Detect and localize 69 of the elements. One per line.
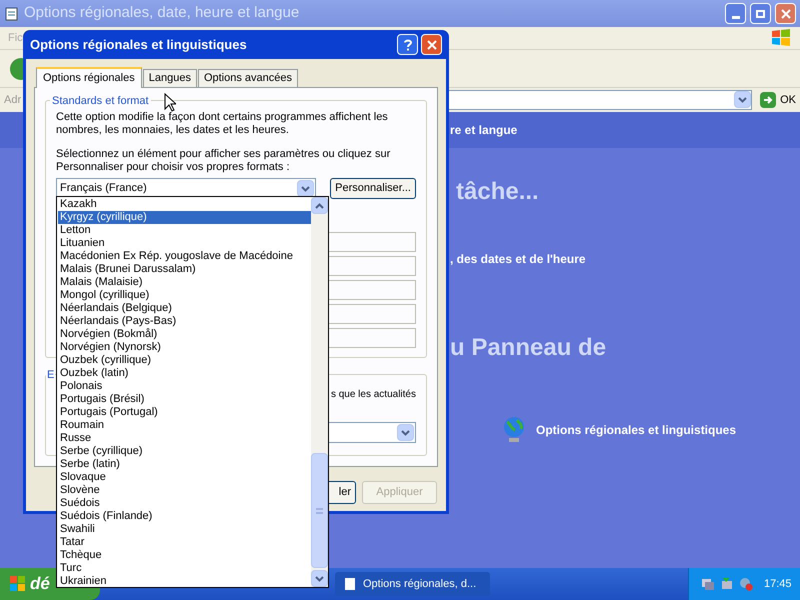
chevron-icon <box>401 430 410 436</box>
network-icon <box>720 577 734 591</box>
list-item[interactable]: Mongol (cyrillique) <box>58 289 311 302</box>
list-item[interactable]: Polonais <box>58 380 311 393</box>
mouse-cursor-icon <box>164 93 176 112</box>
task-link[interactable]: , des dates et de l'heure <box>450 250 800 268</box>
network-error-icon <box>739 577 753 591</box>
customize-button[interactable]: Personnaliser... <box>330 178 416 199</box>
description-text: s que les actualités <box>330 388 416 402</box>
network-icon <box>701 577 715 591</box>
tab[interactable]: Langues <box>142 69 197 87</box>
list-item[interactable]: Néerlandais (Pays-Bas) <box>58 315 311 328</box>
list-item[interactable]: Portugais (Brésil) <box>58 393 311 406</box>
description-text: Cette option modifie la façon dont certains programmes affichent les nombres, les monnaies, les dates et les heures. <box>56 111 389 137</box>
list-item[interactable]: Kazakh <box>58 198 311 211</box>
list-item[interactable]: Malais (Malaisie) <box>58 276 311 289</box>
dialog-title: Options régionales et linguistiques <box>30 36 248 54</box>
chevron-icon <box>738 96 748 102</box>
tab[interactable]: Options avancées <box>198 69 298 87</box>
clock: 17:45 <box>764 576 792 592</box>
minimize-button[interactable] <box>725 3 746 24</box>
window-title: Options régionales, date, heure et langue <box>24 3 300 24</box>
list-item[interactable]: Macédonien Ex Rép. yougoslave de Macédoine <box>58 250 311 263</box>
list-item[interactable]: Néerlandais (Belgique) <box>58 302 311 315</box>
list-item[interactable]: Kyrgyz (cyrillique) <box>58 211 311 224</box>
list-item[interactable]: Malais (Brunei Darussalam) <box>58 263 311 276</box>
restore-button[interactable] <box>750 3 771 24</box>
list-item[interactable]: Norvégien (Bokmål) <box>58 328 311 341</box>
list-item[interactable]: Ouzbek (cyrillique) <box>58 354 311 367</box>
close-icon <box>426 40 436 50</box>
list-item[interactable]: Suédois (Finlande) <box>58 510 311 523</box>
list-item[interactable]: Slovaque <box>58 471 311 484</box>
document-icon <box>343 577 357 591</box>
scrollbar-thumb[interactable] <box>311 453 328 568</box>
chevron-icon <box>315 202 324 208</box>
list-item[interactable]: Suédois <box>58 497 311 510</box>
instruction-text: Sélectionnez un élément pour afficher ses paramètres ou cliquez sur Personnaliser pour choisir vos propres formats : <box>56 148 392 174</box>
app-icon <box>4 6 20 22</box>
list-item[interactable]: Serbe (cyrillique) <box>58 445 311 458</box>
tab[interactable]: Options régionales <box>36 67 142 88</box>
address-label: Adr <box>4 92 22 108</box>
close-icon <box>780 8 790 18</box>
list-item[interactable]: Slovène <box>58 484 311 497</box>
list-item[interactable]: Tatar <box>58 536 311 549</box>
question-mark-icon <box>404 38 412 50</box>
list-item[interactable]: Portugais (Portugal) <box>58 406 311 419</box>
scroll-up-button[interactable] <box>311 197 328 214</box>
scroll-down-button[interactable] <box>311 570 328 587</box>
taskbar-button[interactable]: Options régionales, d... <box>335 572 490 596</box>
windows-logo-icon <box>10 576 26 592</box>
close-button[interactable] <box>421 34 442 55</box>
list-item[interactable]: Ouzbek (latin) <box>58 367 311 380</box>
globe-icon <box>502 416 526 444</box>
list-item[interactable]: Russe <box>58 432 311 445</box>
list-item[interactable]: Lituanien <box>58 237 311 250</box>
windows-logo-icon <box>770 28 792 48</box>
list-item[interactable]: Letton <box>58 224 311 237</box>
section-heading: u Panneau de <box>450 333 608 363</box>
control-panel-link[interactable]: Options régionales et linguistiques <box>536 421 736 439</box>
help-button[interactable] <box>397 34 418 55</box>
list-item[interactable]: Serbe (latin) <box>58 458 311 471</box>
go-button[interactable]: OK <box>756 92 800 108</box>
section-heading: tâche... <box>455 177 540 207</box>
list-item[interactable]: Norvégien (Nynorsk) <box>58 341 311 354</box>
chevron-icon <box>301 186 310 192</box>
chevron-icon <box>315 576 324 582</box>
list-item[interactable]: Tchèque <box>58 549 311 562</box>
list-item[interactable]: Swahili <box>58 523 311 536</box>
list-item[interactable]: Roumain <box>58 419 311 432</box>
